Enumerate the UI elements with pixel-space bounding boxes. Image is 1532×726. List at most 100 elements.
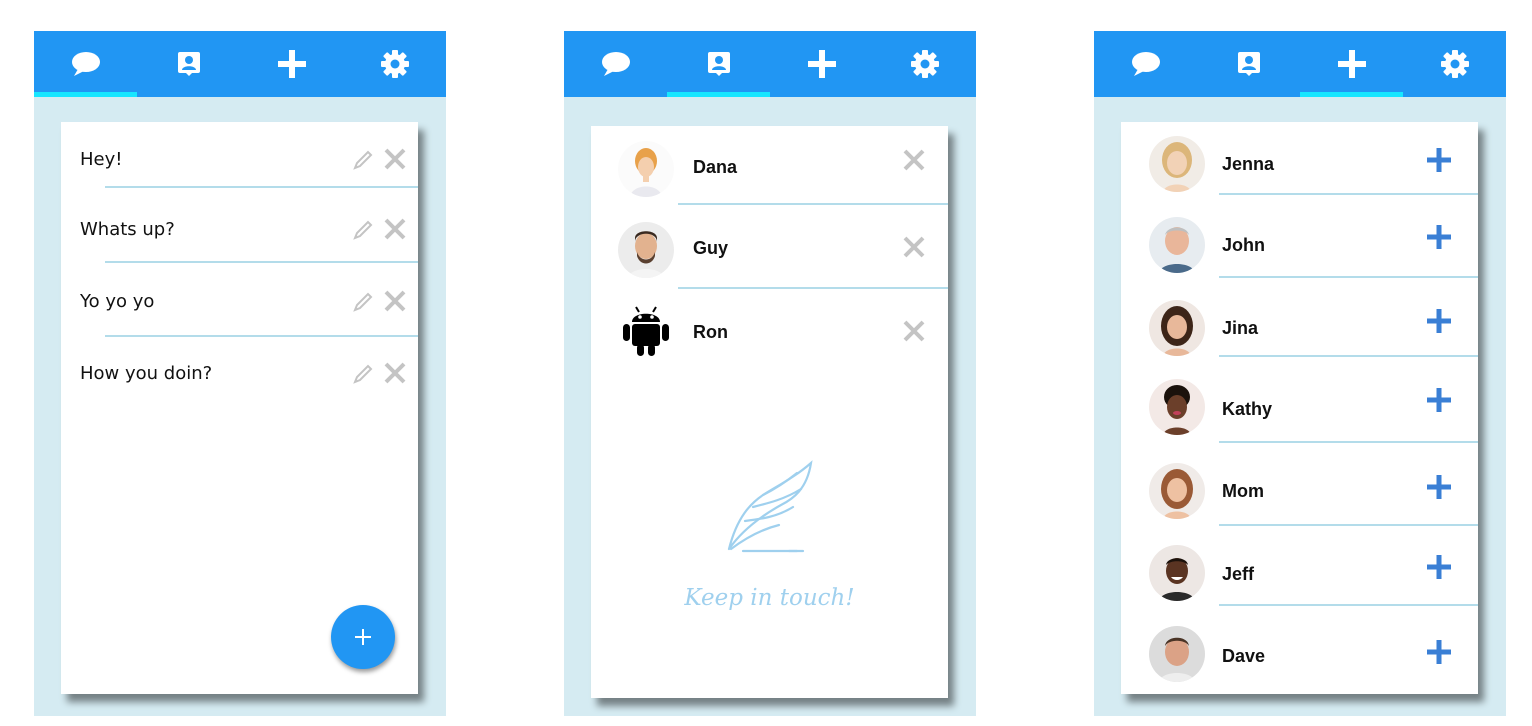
- divider: [1219, 193, 1478, 195]
- tab-chats[interactable]: [34, 31, 137, 97]
- contacts-card: Dana Guy Ron Keep in touch!: [591, 126, 948, 698]
- close-icon[interactable]: [902, 148, 926, 172]
- person-name: Jenna: [1222, 154, 1275, 174]
- avatar: [1149, 463, 1205, 519]
- divider: [1219, 524, 1478, 526]
- tab-chats[interactable]: [564, 31, 667, 97]
- divider: [1219, 604, 1478, 606]
- active-tab-indicator: [667, 92, 770, 97]
- active-tab-indicator: [34, 92, 137, 97]
- pencil-icon[interactable]: [352, 219, 374, 241]
- android-robot-icon: [618, 302, 674, 358]
- add-contact-plus-icon[interactable]: [1425, 146, 1453, 174]
- contact-card-icon: [1237, 52, 1260, 76]
- plus-icon: [1337, 50, 1366, 78]
- contact-item[interactable]: Dana: [591, 126, 948, 208]
- tab-settings[interactable]: [1403, 31, 1506, 97]
- person-name: Jeff: [1222, 564, 1255, 584]
- add-message-button[interactable]: [331, 605, 395, 669]
- avatar: [1149, 379, 1205, 435]
- gear-icon: [1440, 50, 1469, 78]
- message-text: Yo yo yo: [80, 291, 155, 312]
- avatar: [618, 141, 674, 197]
- message-item[interactable]: Yo yo yo: [61, 267, 418, 337]
- divider: [105, 186, 418, 188]
- tab-contacts[interactable]: [667, 31, 770, 97]
- contact-item[interactable]: Guy: [591, 208, 948, 290]
- message-text: How you doin?: [80, 363, 213, 384]
- avatar: [1149, 136, 1205, 192]
- close-icon[interactable]: [383, 289, 407, 313]
- contacts-screen: Dana Guy Ron Keep in touch!: [564, 31, 976, 716]
- add-contact-plus-icon[interactable]: [1425, 386, 1453, 414]
- tab-add[interactable]: [770, 31, 873, 97]
- divider: [105, 261, 418, 263]
- contact-name: Ron: [693, 322, 728, 342]
- add-contact-plus-icon[interactable]: [1425, 638, 1453, 666]
- tab-contacts[interactable]: [1197, 31, 1300, 97]
- person-name: Jina: [1222, 318, 1259, 338]
- tab-bar: [1094, 31, 1506, 97]
- tab-chats[interactable]: [1094, 31, 1197, 97]
- divider: [1219, 276, 1478, 278]
- tab-add[interactable]: [240, 31, 343, 97]
- chat-bubble-icon: [1131, 52, 1160, 76]
- divider: [678, 203, 948, 205]
- messages-card: Hey! Whats up? Yo yo yo How you doin?: [61, 122, 418, 694]
- pencil-icon[interactable]: [352, 149, 374, 171]
- avatar: [1149, 626, 1205, 682]
- plus-icon: [277, 50, 306, 78]
- tab-add[interactable]: [1300, 31, 1403, 97]
- tagline: Keep in touch!: [684, 585, 855, 611]
- add-contact-plus-icon[interactable]: [1425, 307, 1453, 335]
- tab-settings[interactable]: [873, 31, 976, 97]
- contact-item[interactable]: Ron: [591, 292, 948, 374]
- divider: [105, 335, 418, 337]
- close-icon[interactable]: [383, 217, 407, 241]
- add-contact-plus-icon[interactable]: [1425, 223, 1453, 251]
- message-text: Whats up?: [80, 219, 175, 240]
- pencil-icon[interactable]: [352, 363, 374, 385]
- tab-settings[interactable]: [343, 31, 446, 97]
- close-icon[interactable]: [902, 319, 926, 343]
- chat-bubble-icon: [71, 52, 100, 76]
- add-contact-plus-icon[interactable]: [1425, 553, 1453, 581]
- avatar: [1149, 300, 1205, 356]
- close-icon[interactable]: [383, 361, 407, 385]
- divider: [678, 287, 948, 289]
- person-name: Mom: [1222, 481, 1264, 501]
- avatar: [1149, 545, 1205, 601]
- gear-icon: [380, 50, 409, 78]
- pencil-icon[interactable]: [352, 291, 374, 313]
- close-icon[interactable]: [902, 235, 926, 259]
- person-name: Kathy: [1222, 399, 1273, 419]
- avatar: [1149, 217, 1205, 273]
- person-name: Dave: [1222, 646, 1266, 666]
- tab-contacts[interactable]: [137, 31, 240, 97]
- messages-screen: Hey! Whats up? Yo yo yo How you doin?: [34, 31, 446, 716]
- contact-card-icon: [707, 52, 730, 76]
- plus-icon: [355, 629, 371, 645]
- feather-wing-icon: [727, 460, 813, 553]
- suggestions-screen: Jenna John Jina Kathy Mom Jeff Dave: [1094, 31, 1506, 716]
- suggestions-card: Jenna John Jina Kathy Mom Jeff Dave: [1121, 122, 1478, 694]
- person-name: John: [1222, 235, 1265, 255]
- contact-card-icon: [177, 52, 200, 76]
- active-tab-indicator: [1300, 92, 1403, 97]
- add-contact-plus-icon[interactable]: [1425, 473, 1453, 501]
- chat-bubble-icon: [601, 52, 630, 76]
- gear-icon: [910, 50, 939, 78]
- contact-name: Guy: [693, 238, 729, 258]
- message-item[interactable]: How you doin?: [61, 339, 418, 409]
- message-item[interactable]: Whats up?: [61, 194, 418, 264]
- divider: [1219, 441, 1478, 443]
- tab-bar: [564, 31, 976, 97]
- divider: [1219, 355, 1478, 357]
- avatar: [618, 222, 674, 278]
- close-icon[interactable]: [383, 147, 407, 171]
- message-text: Hey!: [80, 149, 123, 170]
- plus-icon: [807, 50, 836, 78]
- tab-bar: [34, 31, 446, 97]
- contact-name: Dana: [693, 157, 738, 177]
- message-item[interactable]: Hey!: [61, 122, 418, 192]
